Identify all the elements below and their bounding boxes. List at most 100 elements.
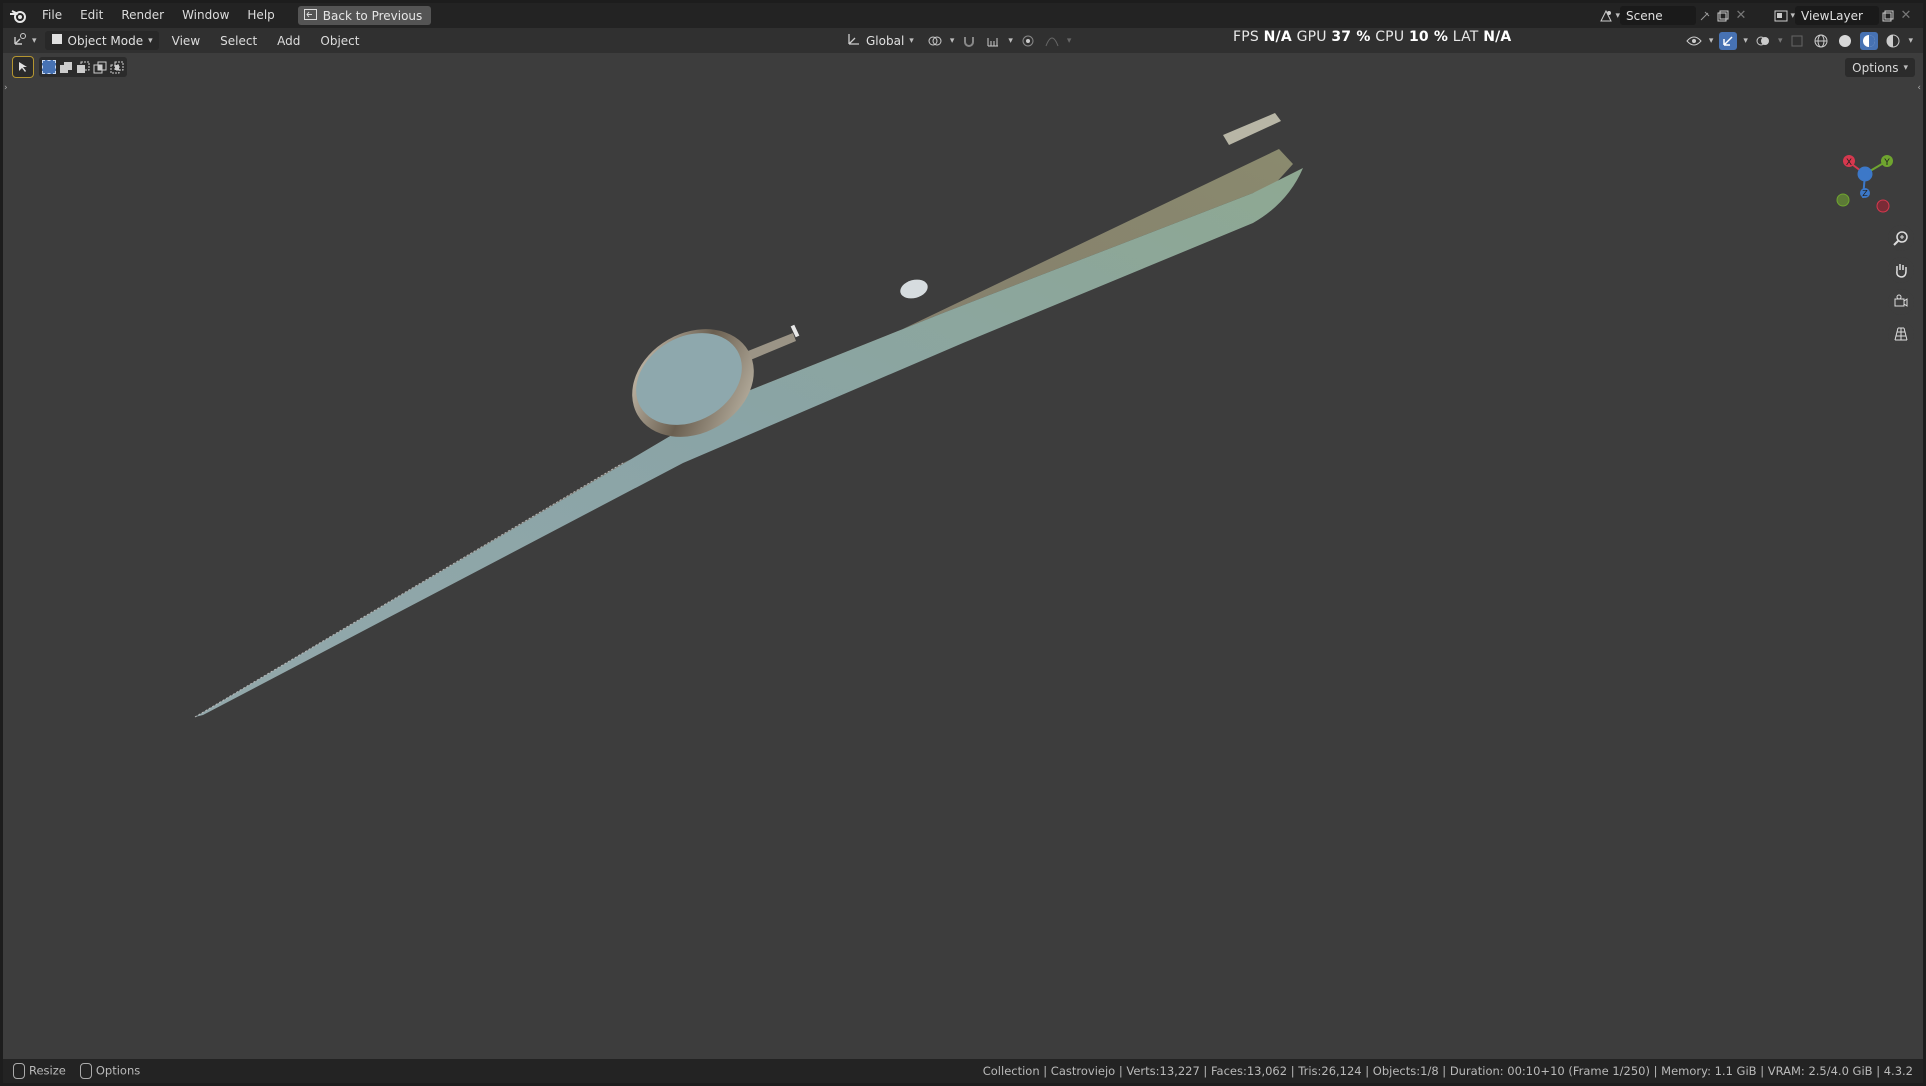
solid-shading-icon[interactable] (1836, 32, 1854, 50)
scene-statistics: Collection | Castroviejo | Verts:13,227 … (982, 1064, 1913, 1078)
menu-render[interactable]: Render (112, 3, 173, 28)
header-left-group: ▾ Object Mode ▾ View Select Add Object (11, 31, 367, 50)
object-mode-chevron-down-icon: ▾ (148, 35, 153, 46)
menu-file[interactable]: File (33, 3, 71, 28)
fps-label: FPS (1233, 29, 1259, 45)
select-tool-icon[interactable] (12, 56, 34, 78)
rendered-shading-icon[interactable] (1884, 32, 1902, 50)
pan-hand-icon[interactable] (1888, 257, 1914, 283)
mouse-left-icon (13, 1063, 25, 1079)
menu-edit[interactable]: Edit (71, 3, 112, 28)
gpu-value: 37 % (1331, 29, 1371, 45)
blender-logo-icon[interactable] (3, 3, 33, 28)
toolbar-expand-icon[interactable]: › (4, 83, 8, 93)
cpu-value: 10 % (1408, 29, 1449, 45)
object-mode-icon (51, 33, 63, 48)
back-to-previous-button[interactable]: Back to Previous (297, 6, 432, 25)
scene-icon[interactable] (1597, 7, 1615, 25)
view-layer-name: ViewLayer (1801, 8, 1863, 23)
3d-viewport-icon (13, 32, 27, 49)
view-layer-icon[interactable] (1772, 7, 1790, 25)
viewport-header: ▾ Object Mode ▾ View Select Add Object G… (3, 28, 1923, 53)
visibility-chevron-down-icon[interactable]: ▾ (1709, 36, 1714, 46)
wireframe-shading-icon[interactable] (1812, 32, 1830, 50)
menu-select[interactable]: Select (213, 34, 264, 48)
xray-toggle-icon[interactable] (1788, 32, 1806, 50)
scene-name: Scene (1626, 8, 1663, 23)
orientation-chevron-down-icon: ▾ (909, 35, 914, 46)
pivot-point-icon[interactable] (926, 32, 944, 50)
sidebar-expand-icon[interactable]: ‹ (1917, 83, 1921, 93)
viewport-options-label: Options (1852, 60, 1899, 75)
falloff-curve-icon[interactable] (1043, 32, 1061, 50)
performance-stats: FPS N/A GPU 37 % CPU 10 % LAT N/A (1233, 29, 1511, 45)
editor-type-chevron-down-icon: ▾ (32, 35, 37, 46)
back-to-previous-label: Back to Previous (322, 8, 423, 23)
blade-screw-hole (900, 279, 928, 299)
snap-toggle-icon[interactable] (960, 32, 978, 50)
navigation-buttons (1888, 225, 1914, 347)
view-layer-selector: ▾ ViewLayer ✕ (1772, 6, 1915, 25)
select-extend-icon[interactable] (59, 60, 73, 74)
object-mode-label: Object Mode (67, 33, 144, 48)
material-preview-shading-icon[interactable] (1860, 31, 1879, 50)
perspective-toggle-icon[interactable] (1888, 321, 1914, 347)
camera-view-icon[interactable] (1888, 289, 1914, 315)
zoom-icon[interactable] (1888, 225, 1914, 251)
select-new-icon[interactable] (42, 60, 56, 74)
lat-label: LAT (1452, 29, 1479, 45)
header-right-group: ▾ ▾ ▾ ▾ (1685, 31, 1913, 50)
select-invert-icon[interactable] (93, 60, 107, 74)
tool-settings-row (12, 56, 127, 78)
viewport-options-chevron-down-icon: ▾ (1903, 62, 1908, 73)
overlays-chevron-down-icon[interactable]: ▾ (1778, 36, 1783, 46)
top-menu-bar: File Edit Render Window Help Back to Pre… (3, 3, 1923, 28)
proportional-editing-icon[interactable] (1019, 32, 1037, 50)
viewport-options-dropdown[interactable]: Options ▾ (1845, 58, 1915, 77)
cpu-label: CPU (1375, 29, 1405, 45)
gizmo-chevron-down-icon[interactable]: ▾ (1743, 36, 1748, 46)
lat-value: N/A (1483, 29, 1512, 45)
menu-help[interactable]: Help (238, 3, 283, 28)
visibility-eye-icon[interactable] (1685, 32, 1703, 50)
gpu-label: GPU (1296, 29, 1327, 45)
menu-add[interactable]: Add (270, 34, 307, 48)
shading-chevron-down-icon[interactable]: ▾ (1908, 36, 1913, 46)
menu-view[interactable]: View (165, 34, 207, 48)
3d-viewport[interactable]: X Y Z › ‹ (3, 53, 1923, 1059)
falloff-chevron-down-icon[interactable]: ▾ (1067, 36, 1072, 46)
gizmo-z-label: Z (1862, 189, 1868, 198)
transform-orientation-dropdown[interactable]: Global ▾ (841, 31, 920, 50)
view-layer-name-field[interactable]: ViewLayer (1795, 6, 1879, 25)
new-view-layer-icon[interactable] (1879, 7, 1897, 25)
resize-hint-label: Resize (29, 1063, 66, 1078)
options-hint: Options (79, 1063, 140, 1079)
menu-object[interactable]: Object (313, 34, 366, 48)
blender-window: File Edit Render Window Help Back to Pre… (3, 3, 1923, 1083)
resize-hint: Resize (13, 1063, 66, 1079)
pivot-chevron-down-icon[interactable]: ▾ (950, 36, 955, 46)
viewport-scene (194, 113, 1303, 718)
snap-increment-icon[interactable] (984, 32, 1002, 50)
pin-icon[interactable] (1696, 7, 1714, 25)
editor-type-dropdown[interactable]: ▾ (11, 31, 39, 50)
orientation-label: Global (866, 33, 905, 48)
navigation-gizmo[interactable]: X Y Z (1835, 148, 1905, 222)
back-icon (303, 8, 317, 23)
overlays-icon[interactable] (1754, 32, 1772, 50)
snap-chevron-down-icon[interactable]: ▾ (1008, 36, 1013, 46)
new-scene-icon[interactable] (1714, 7, 1732, 25)
scene-name-field[interactable]: Scene (1620, 6, 1696, 25)
menu-window[interactable]: Window (173, 3, 238, 28)
delete-view-layer-icon[interactable]: ✕ (1897, 7, 1915, 25)
delete-scene-icon[interactable]: ✕ (1732, 7, 1750, 25)
select-subtract-icon[interactable] (76, 60, 90, 74)
object-mode-dropdown[interactable]: Object Mode ▾ (44, 31, 159, 50)
select-intersect-icon[interactable] (110, 60, 124, 74)
blade-end-slot (1223, 113, 1281, 145)
status-bar-hints: Resize Options (13, 1063, 140, 1079)
gizmo-x-label: X (1846, 158, 1852, 168)
header-center-group: Global ▾ ▾ ▾ ▾ (841, 31, 1071, 50)
blade-front-surface (195, 168, 1303, 717)
gizmo-toggle-icon[interactable] (1719, 31, 1738, 50)
